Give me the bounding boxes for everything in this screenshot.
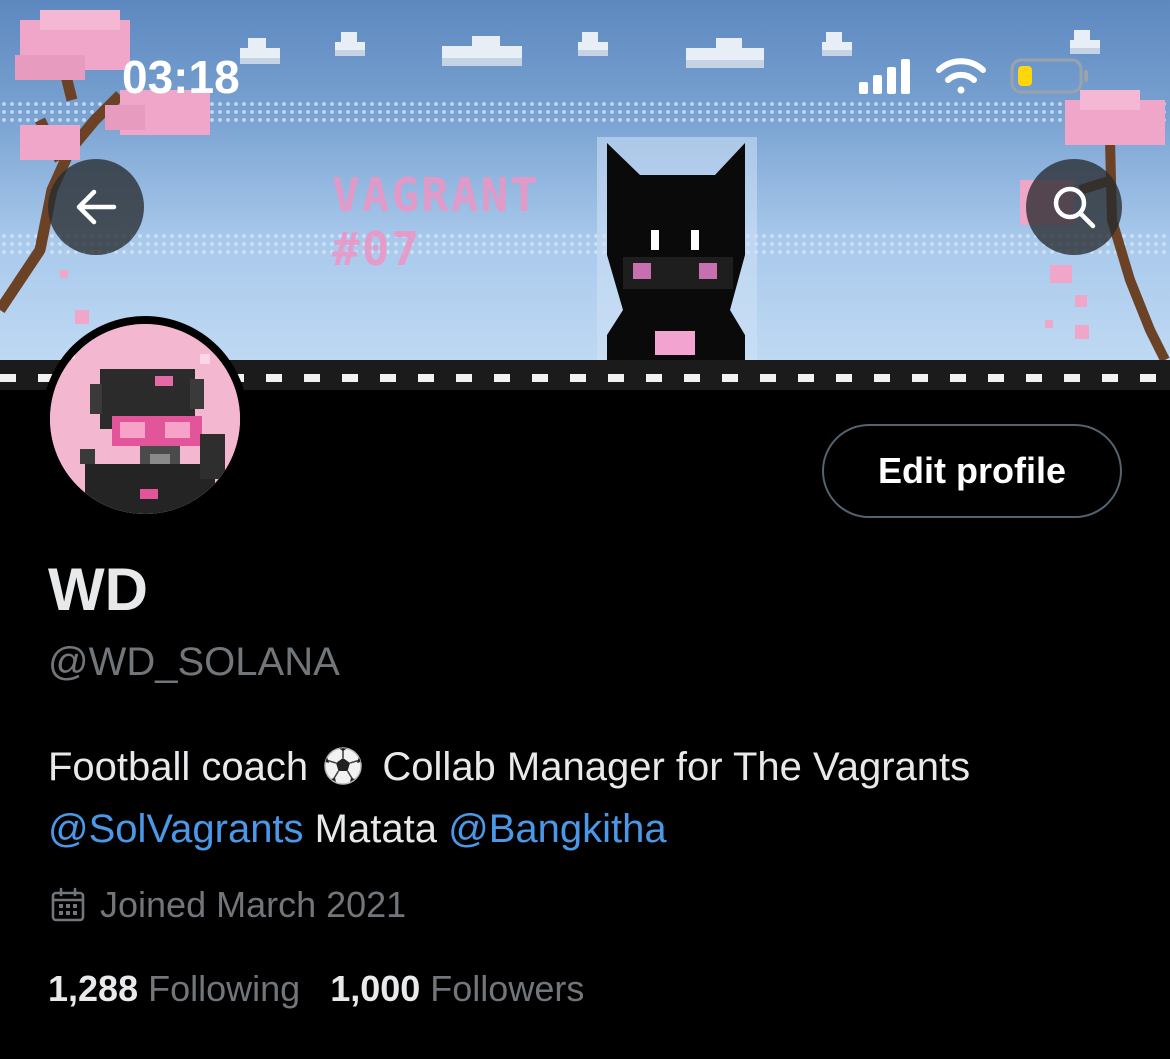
search-button[interactable] [1026, 159, 1122, 255]
status-icons-svg [859, 58, 1088, 94]
cellular-signal-icon [859, 59, 910, 94]
following-link[interactable]: 1,288 Following [48, 968, 300, 1010]
arrow-left-icon [76, 189, 117, 225]
following-count: 1,288 [48, 968, 139, 1009]
display-name: WD [48, 556, 148, 623]
mention-link[interactable]: @SolVagrants [48, 807, 304, 851]
banner-title-line2: #07 [332, 222, 422, 276]
follow-stats: 1,288 Following 1,000 Followers [48, 968, 584, 1010]
bio: Football coach Collab Manager for The Va… [48, 736, 1138, 860]
avatar[interactable] [42, 316, 248, 522]
status-time: 03:18 [122, 51, 240, 103]
followers-label: Followers [430, 968, 585, 1009]
followers-link[interactable]: 1,000 Followers [330, 968, 584, 1010]
mention-link[interactable]: @Bangkitha [448, 807, 667, 851]
user-handle: @WD_SOLANA [48, 640, 340, 684]
joined-date: Joined March 2021 [50, 884, 406, 926]
avatar-pixel-character [50, 324, 240, 514]
pixel-cat-character [597, 137, 757, 390]
bio-text: Matata [314, 807, 437, 851]
wifi-icon [936, 58, 986, 94]
soccer-ball-icon [324, 747, 363, 785]
battery-low-icon [1010, 58, 1088, 94]
banner-title-line1: VAGRANT [332, 168, 540, 222]
banner-title: VAGRANT #07 [332, 168, 562, 276]
search-icon [1053, 186, 1096, 229]
status-icons [855, 56, 1095, 101]
joined-text: Joined March 2021 [100, 884, 407, 925]
bio-text: Collab Manager for The Vagrants [382, 745, 971, 789]
bio-text: Football coach [48, 745, 309, 789]
back-button[interactable] [48, 159, 144, 255]
following-label: Following [148, 968, 301, 1009]
followers-count: 1,000 [330, 968, 421, 1009]
edit-profile-button[interactable]: Edit profile [822, 424, 1122, 518]
calendar-icon [51, 887, 85, 922]
avatar-image [50, 324, 240, 514]
